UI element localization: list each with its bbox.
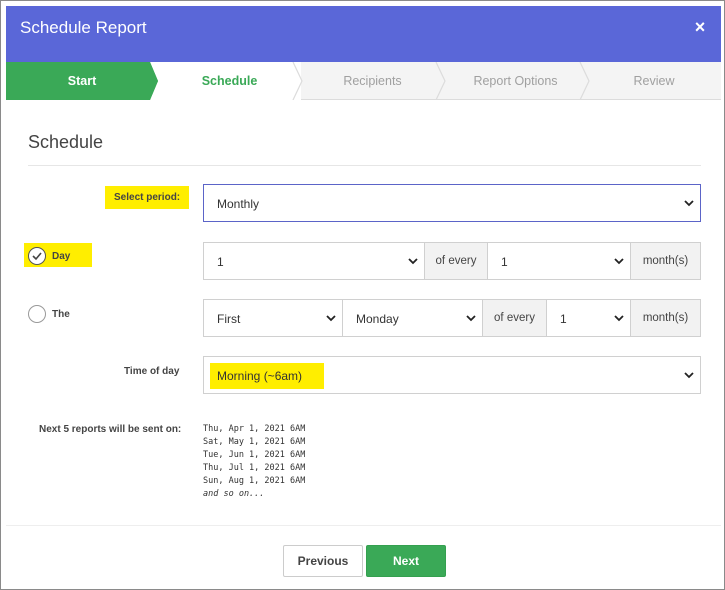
list-item: Sat, May 1, 2021 6AM [203,437,306,447]
dialog-header: Schedule Report × [6,6,721,62]
the-radio-label: The [52,309,70,320]
dialog-title: Schedule Report [20,18,147,37]
chevron-down-icon [466,315,476,322]
ordinal-select[interactable]: First [203,299,343,337]
chevron-down-icon [614,315,624,322]
the-of-every-addon: of every [482,299,547,337]
chevron-down-icon [408,258,418,265]
wizard-step-separators [150,62,590,100]
period-select[interactable]: Monthly [203,184,701,222]
day-unit-addon: month(s) [630,242,701,280]
wizard-steps: Start Schedule Recipients Report Options… [6,62,721,100]
chevron-down-icon [614,258,624,265]
day-radio[interactable] [28,247,46,265]
time-of-day-value: Morning (~6am) [210,363,325,389]
next-button[interactable]: Next [366,545,446,577]
the-interval-value: 1 [560,312,567,326]
chevron-down-icon [326,315,336,322]
the-radio[interactable] [28,305,46,323]
section-title: Schedule [28,132,104,152]
day-number-value: 1 [217,255,224,269]
previous-button[interactable]: Previous [283,545,363,577]
the-interval-select[interactable]: 1 [546,299,631,337]
footer-divider [6,525,721,526]
period-select-value: Monthly [217,197,260,211]
day-radio-label: Day [52,251,71,262]
next-reports-list: Thu, Apr 1, 2021 6AM Sat, May 1, 2021 6AM… [203,423,305,501]
select-period-label: Select period: [105,186,190,209]
time-of-day-select[interactable]: Morning (~6am) [203,356,701,394]
schedule-report-dialog: Schedule Report × Start Schedule Recipie… [0,0,725,590]
list-item: Thu, Apr 1, 2021 6AM [203,424,306,434]
the-unit-addon: month(s) [630,299,701,337]
chevron-down-icon [684,372,694,379]
list-item: Sun, Aug 1, 2021 6AM [203,476,306,486]
close-icon[interactable]: × [691,18,709,36]
list-item-more: and so on... [203,489,265,499]
day-interval-value: 1 [501,255,508,269]
day-of-every-addon: of every [424,242,488,280]
weekday-value: Monday [356,312,399,326]
list-item: Thu, Jul 1, 2021 6AM [203,463,306,473]
time-of-day-label: Time of day [124,366,180,377]
list-item: Tue, Jun 1, 2021 6AM [203,450,306,460]
next-reports-label: Next 5 reports will be sent on: [39,424,182,435]
chevron-down-icon [684,200,694,207]
day-interval-select[interactable]: 1 [487,242,631,280]
weekday-select[interactable]: Monday [342,299,483,337]
section-divider [28,165,701,166]
ordinal-value: First [217,312,241,326]
day-number-select[interactable]: 1 [203,242,425,280]
checkmark-icon [32,252,42,261]
